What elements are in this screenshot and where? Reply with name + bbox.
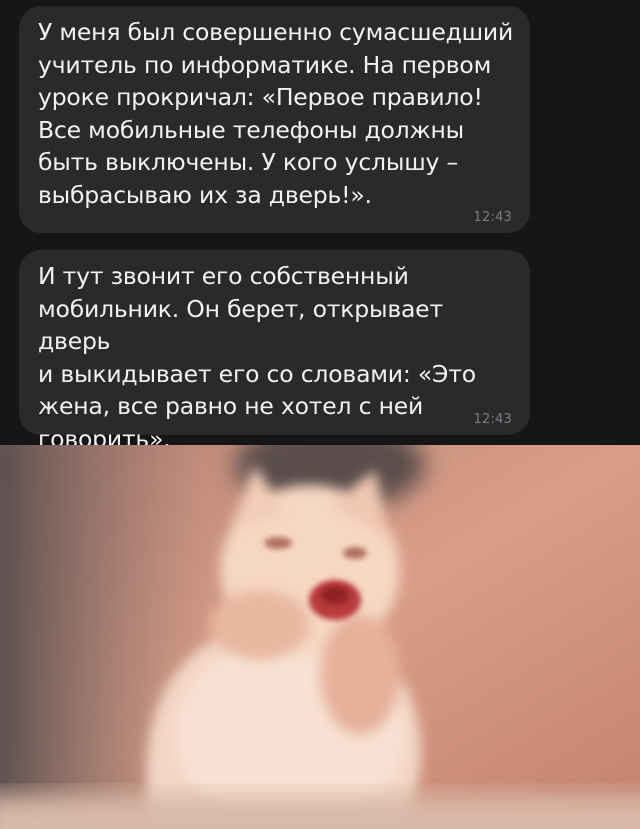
message-time: 12:43 <box>473 210 512 225</box>
message-text: И тут звонит его собственный мобильник. … <box>38 262 476 445</box>
message-bubble[interactable]: И тут звонит его собственный мобильник. … <box>19 250 530 445</box>
message-time: 12:43 <box>473 412 512 427</box>
message-text: У меня был совершенно сумасшедший учител… <box>38 18 514 209</box>
cat-image <box>0 445 640 829</box>
message-bubble[interactable]: У меня был совершенно сумасшедший учител… <box>19 6 530 233</box>
laughing-cat-photo <box>0 445 640 829</box>
chat-screenshot: У меня был совершенно сумасшедший учител… <box>0 0 640 445</box>
